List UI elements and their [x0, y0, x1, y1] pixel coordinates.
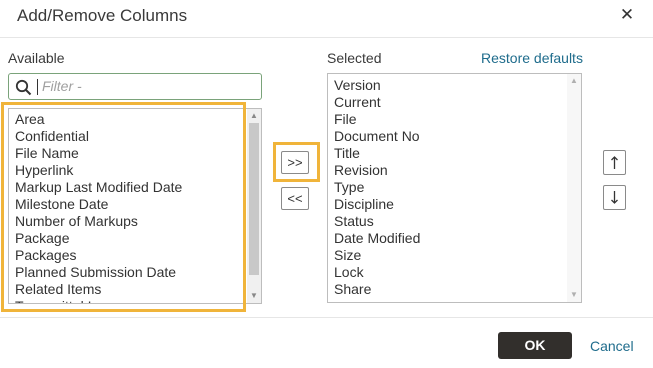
remove-columns-button[interactable]: << — [281, 187, 309, 210]
selected-list-item[interactable]: Version — [328, 77, 420, 94]
selected-list-item[interactable]: Type — [328, 179, 420, 196]
selected-list-item[interactable]: Revision — [328, 162, 420, 179]
close-icon: ✕ — [619, 5, 635, 24]
header-divider — [0, 37, 653, 38]
selected-list-item[interactable]: Share — [328, 281, 420, 298]
selected-scrollbar[interactable]: ▲ ▼ — [567, 74, 581, 302]
restore-defaults-link[interactable]: Restore defaults — [481, 50, 583, 66]
selected-list-item[interactable]: Size — [328, 247, 420, 264]
arrow-down-icon — [611, 191, 618, 204]
scroll-down-icon[interactable]: ▼ — [570, 291, 578, 299]
cancel-button[interactable]: Cancel — [590, 338, 634, 354]
selected-list-item[interactable]: Status — [328, 213, 420, 230]
selected-listbox[interactable]: Version Current File Document No Title Revisi… — [327, 73, 582, 303]
selected-list-item[interactable]: Document No — [328, 128, 420, 145]
scroll-up-icon[interactable]: ▲ — [250, 112, 258, 120]
ok-button[interactable]: OK — [498, 332, 572, 359]
scroll-up-icon[interactable]: ▲ — [570, 77, 578, 85]
selected-list: Version Current File Document No Title Revisi… — [328, 77, 420, 298]
filter-input[interactable] — [42, 76, 252, 96]
arrow-up-icon — [611, 156, 618, 169]
move-up-button[interactable] — [603, 150, 626, 175]
selected-list-item[interactable]: File — [328, 111, 420, 128]
selected-list-item[interactable]: Title — [328, 145, 420, 162]
text-caret — [37, 79, 38, 95]
move-down-button[interactable] — [603, 185, 626, 210]
dialog-title: Add/Remove Columns — [17, 6, 188, 25]
selected-list-item[interactable]: Current — [328, 94, 420, 111]
available-scroll-thumb[interactable] — [249, 123, 259, 275]
available-highlight-box — [1, 102, 246, 312]
selected-list-item[interactable]: Discipline — [328, 196, 420, 213]
available-label: Available — [8, 50, 65, 66]
selected-list-item[interactable]: Lock — [328, 264, 420, 281]
footer-divider — [0, 317, 653, 318]
selected-list-item[interactable]: Date Modified — [328, 230, 420, 247]
scroll-down-icon[interactable]: ▼ — [250, 292, 258, 300]
filter-field[interactable] — [8, 73, 262, 100]
add-button-highlight-box — [273, 142, 320, 182]
selected-label: Selected — [327, 50, 382, 66]
search-icon — [15, 79, 32, 96]
close-button[interactable]: ✕ — [617, 5, 637, 25]
available-scrollbar[interactable]: ▲ ▼ — [247, 109, 261, 303]
